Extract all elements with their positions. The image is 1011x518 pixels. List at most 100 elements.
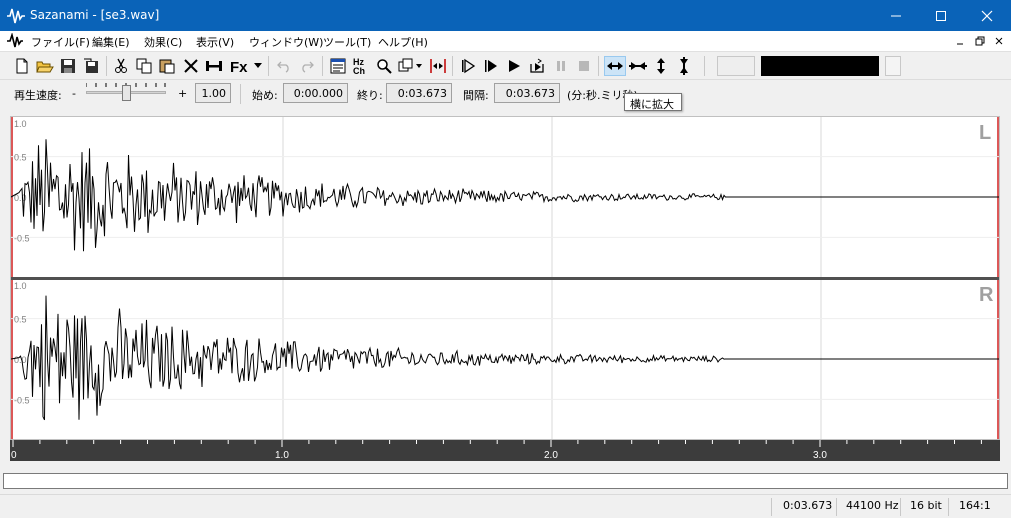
range-bar: 再生速度: - + 1.00 始め: 0:00.000 終り: 0:03.673… <box>0 79 1011 107</box>
loop-play-button[interactable] <box>527 56 547 76</box>
title-bar[interactable]: Sazanami - [se3.wav] <box>0 0 1011 31</box>
select-range-icon <box>430 59 446 73</box>
timeline-label: 2.0 <box>544 450 558 461</box>
mix-button[interactable] <box>397 56 425 76</box>
status-bar: 0:03.673 44100 Hz 16 bit 164:1 <box>0 494 1011 518</box>
zoom-vertical-in-icon <box>657 58 665 74</box>
close-icon <box>981 10 993 21</box>
play-selection-button[interactable] <box>481 56 501 76</box>
new-file-icon <box>16 58 28 74</box>
speed-value-field[interactable]: 1.00 <box>195 83 231 103</box>
copy-button[interactable] <box>134 56 154 76</box>
save-icon <box>61 59 75 73</box>
zoom-icon <box>377 59 392 74</box>
channel-label: L <box>979 122 991 144</box>
effects-dropdown-button[interactable] <box>252 56 264 76</box>
toolbar-separator <box>704 56 705 76</box>
open-button[interactable] <box>35 56 55 76</box>
pause-button[interactable] <box>551 56 571 76</box>
interval-label: 間隔: <box>463 89 489 102</box>
zoom-button[interactable] <box>374 56 394 76</box>
menu-file[interactable]: ファイル(F) <box>31 34 90 50</box>
menu-effects[interactable]: 効果(C) <box>144 34 182 50</box>
speed-label: 再生速度: <box>14 89 62 102</box>
maximize-button[interactable] <box>918 0 964 31</box>
new-file-button[interactable] <box>12 56 32 76</box>
timeline-label: 3.0 <box>813 450 827 461</box>
menu-view[interactable]: 表示(V) <box>196 34 234 50</box>
open-folder-icon <box>36 61 54 73</box>
properties-icon <box>330 58 346 74</box>
timeline-ruler[interactable]: 0 1.0 2.0 3.0 <box>10 440 1000 461</box>
restore-icon <box>975 36 985 46</box>
zoom-horizontal-in-button[interactable] <box>604 56 626 76</box>
effects-button[interactable]: Fx <box>228 56 254 76</box>
stop-icon <box>579 61 589 71</box>
mdi-restore-button[interactable] <box>972 34 988 48</box>
timeline-label: 1.0 <box>275 450 289 461</box>
play-from-start-button[interactable] <box>458 56 478 76</box>
color-box-3 <box>885 56 901 76</box>
mix-icon <box>398 58 422 72</box>
color-box-1 <box>717 56 755 76</box>
dropdown-arrow-icon <box>254 63 262 68</box>
save-as-button[interactable] <box>81 56 101 76</box>
menu-help[interactable]: ヘルプ(H) <box>378 34 428 50</box>
overview-scrollbar[interactable] <box>3 473 1008 489</box>
speed-slider-thumb[interactable] <box>122 85 131 101</box>
menu-tools[interactable]: ツール(T) <box>323 34 371 50</box>
channel-label: R <box>979 284 994 306</box>
trim-button[interactable] <box>204 56 224 76</box>
start-label: 始め: <box>252 89 278 102</box>
toolbar-separator <box>268 56 269 76</box>
delete-button[interactable] <box>181 56 201 76</box>
pause-icon <box>557 61 565 71</box>
play-button[interactable] <box>504 56 524 76</box>
waveform-canvas[interactable]: 1.00.50.0-0.5L1.00.50.0-0.5R <box>11 117 999 439</box>
save-as-icon <box>84 58 98 73</box>
redo-button[interactable] <box>297 56 317 76</box>
timeline-canvas[interactable]: 0 1.0 2.0 3.0 <box>10 440 1000 461</box>
status-sample-rate: 44100 Hz <box>846 499 899 512</box>
minimize-button[interactable] <box>873 0 919 31</box>
select-range-button[interactable] <box>428 56 448 76</box>
app-menu-wave-icon[interactable] <box>6 33 24 49</box>
waveform-display[interactable]: 1.0 0.5 0.0 -0.5 L 1.0 0.5 0.0 -0.5 R <box>10 116 1000 440</box>
mdi-close-button[interactable] <box>991 34 1007 48</box>
status-time: 0:03.673 <box>783 499 833 512</box>
zoom-horizontal-out-button[interactable] <box>628 56 648 76</box>
play-icon <box>509 60 520 72</box>
timeline-label: 0 <box>11 450 17 461</box>
status-separator <box>900 498 901 516</box>
stop-button[interactable] <box>574 56 594 76</box>
amplitude-tick-label: -0.5 <box>14 233 30 243</box>
effects-fx-icon: Fx <box>230 59 248 75</box>
start-time-field[interactable]: 0:00.000 <box>283 83 348 103</box>
toolbar-separator <box>598 56 599 76</box>
zoom-vertical-out-button[interactable] <box>674 56 694 76</box>
end-time-field[interactable]: 0:03.673 <box>386 83 452 103</box>
paste-button[interactable] <box>157 56 177 76</box>
sample-rate-button[interactable]: Hz Ch <box>351 56 371 76</box>
amplitude-tick-label: 0.5 <box>14 315 27 325</box>
save-button[interactable] <box>58 56 78 76</box>
minimize-icon <box>957 43 963 45</box>
end-label: 終り: <box>357 89 383 102</box>
close-button[interactable] <box>964 0 1010 31</box>
zoom-vertical-in-button[interactable] <box>651 56 671 76</box>
menu-edit[interactable]: 編集(E) <box>92 34 130 50</box>
undo-button[interactable] <box>274 56 294 76</box>
menu-window[interactable]: ウィンドウ(W) <box>249 34 323 50</box>
mdi-minimize-button[interactable] <box>952 34 968 48</box>
status-separator <box>948 498 949 516</box>
properties-button[interactable] <box>328 56 348 76</box>
interval-time-field[interactable]: 0:03.673 <box>494 83 560 103</box>
svg-text:Fx: Fx <box>230 59 248 75</box>
amplitude-tick-label: 1.0 <box>14 119 27 129</box>
undo-icon <box>277 61 289 73</box>
status-bit-depth: 16 bit <box>910 499 942 512</box>
play-from-start-icon <box>462 58 476 74</box>
cut-button[interactable] <box>111 56 131 76</box>
toolbar: Fx Hz Ch <box>0 51 1011 79</box>
loop-play-icon <box>530 58 544 73</box>
